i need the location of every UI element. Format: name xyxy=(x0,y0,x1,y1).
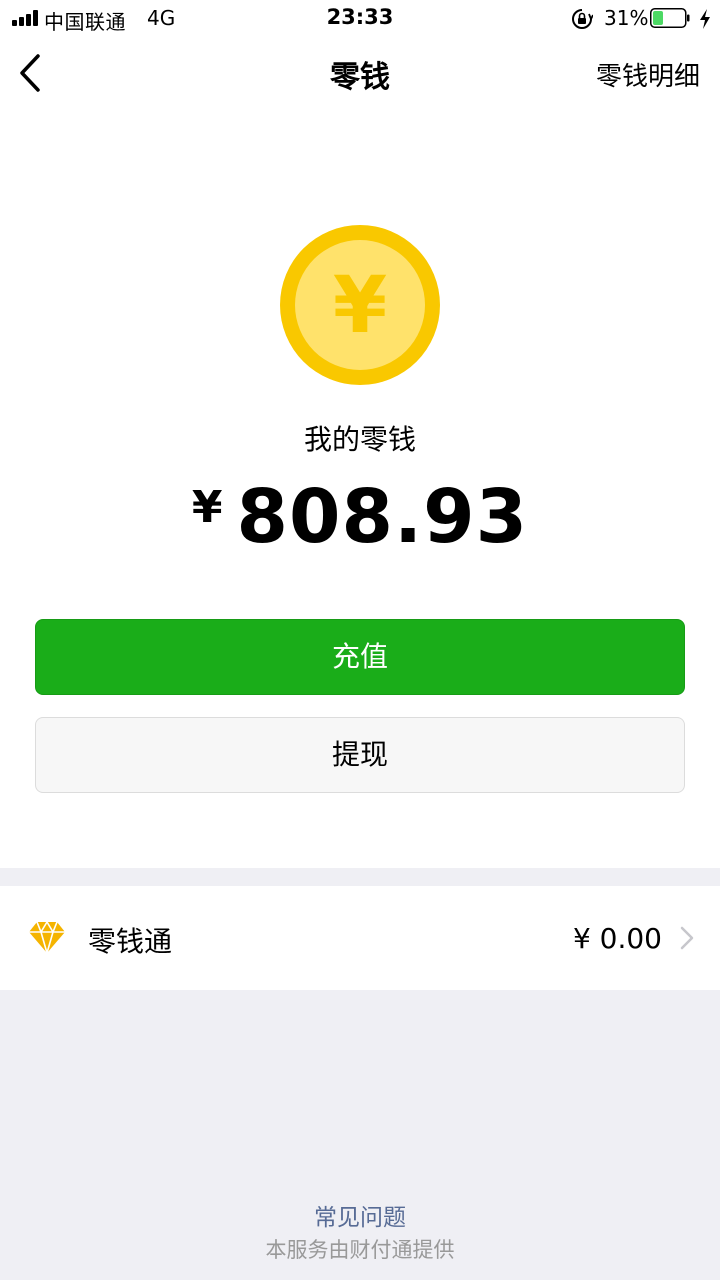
charging-icon xyxy=(700,9,710,29)
lingqiantong-row[interactable]: 零钱通 ¥ 0.00 xyxy=(0,886,720,990)
battery-percent: 31% xyxy=(604,6,649,30)
diamond-icon xyxy=(29,920,65,954)
status-bar: 中国联通 4G 23:33 31% xyxy=(0,0,720,38)
lingqiantong-value: ¥ 0.00 xyxy=(572,922,662,955)
orientation-lock-icon xyxy=(572,9,593,29)
balance-amount: 808.93 xyxy=(236,474,529,560)
withdraw-button[interactable]: 提现 xyxy=(35,717,685,793)
battery-icon xyxy=(650,8,690,28)
balance-details-link[interactable]: 零钱明细 xyxy=(596,56,700,93)
balance-amount-row: ¥808.93 xyxy=(0,474,720,560)
yuan-coin-icon: ¥ xyxy=(280,225,440,385)
coin-glyph: ¥ xyxy=(333,261,387,351)
chevron-right-icon xyxy=(680,926,694,950)
recharge-button[interactable]: 充值 xyxy=(35,619,685,695)
faq-link[interactable]: 常见问题 xyxy=(0,1198,720,1232)
provider-text: 本服务由财付通提供 xyxy=(265,1238,455,1262)
balance-label: 我的零钱 xyxy=(303,423,416,456)
wallet-header-area: 中国联通 4G 23:33 31% 零钱 零钱明细 ¥ 我的零钱 ¥ 808.9… xyxy=(0,0,720,868)
lingqiantong-label: 零钱通 xyxy=(88,925,173,958)
currency-symbol: ¥ xyxy=(191,482,223,533)
